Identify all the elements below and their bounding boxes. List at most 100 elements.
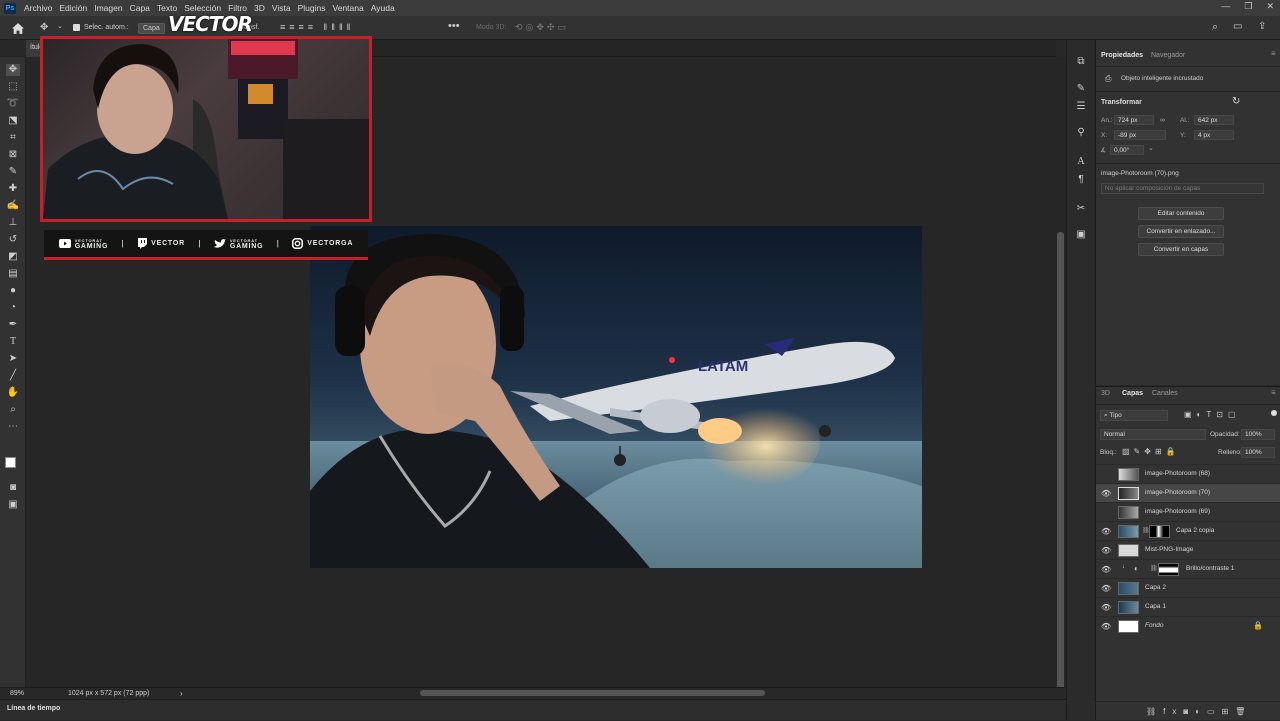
layer-name[interactable]: image-Photoroom (70) bbox=[1145, 489, 1210, 496]
convert-layers-button[interactable]: Convertir en capas bbox=[1138, 243, 1224, 256]
vertical-scrollbar[interactable] bbox=[1056, 57, 1065, 692]
vertical-scroll-thumb[interactable] bbox=[1057, 232, 1064, 692]
tab-3d[interactable]: 3D bbox=[1101, 390, 1110, 397]
chevron-down-icon[interactable]: ⌄ bbox=[57, 22, 63, 30]
menu-imagen[interactable]: Imagen bbox=[94, 3, 122, 13]
healing-brush-icon[interactable]: ✚ bbox=[6, 183, 20, 195]
history-icon[interactable]: ⧉ bbox=[1074, 55, 1088, 69]
layer-name[interactable]: Capa 2 bbox=[1145, 584, 1166, 591]
object-select-icon[interactable]: ⬔ bbox=[6, 115, 20, 127]
more-options-icon[interactable]: ••• bbox=[448, 20, 460, 32]
angle-field[interactable]: 0,00° bbox=[1110, 145, 1144, 155]
glyphs-icon[interactable]: ▣ bbox=[1074, 228, 1088, 242]
lock-icon[interactable]: 🔒 bbox=[1253, 621, 1263, 630]
eye-icon[interactable]: 👁 bbox=[1101, 546, 1111, 555]
crop-tool-icon[interactable]: ⌗ bbox=[6, 132, 20, 144]
menu-edicion[interactable]: Edición bbox=[59, 3, 87, 13]
layer-row[interactable]: 👁 ↓ ◐ ⛓ Brillo/contraste 1 bbox=[1096, 559, 1280, 578]
adjustments-icon[interactable]: ☰ bbox=[1074, 100, 1088, 114]
menu-plugins[interactable]: Plugins bbox=[298, 3, 326, 13]
3d-mode-icons[interactable]: ⟲◎✥✣▭ bbox=[515, 22, 569, 33]
stamp-tool-icon[interactable]: ⊥ bbox=[6, 217, 20, 229]
eye-icon[interactable]: 👁 bbox=[1101, 527, 1111, 536]
path-select-icon[interactable]: ➤ bbox=[6, 353, 20, 365]
tab-capas[interactable]: Capas bbox=[1122, 390, 1143, 397]
quick-mask-icon[interactable]: ◙ bbox=[6, 482, 20, 494]
layer-name[interactable]: Brillo/contraste 1 bbox=[1186, 565, 1234, 572]
tab-navegador[interactable]: Navegador bbox=[1151, 52, 1185, 59]
layer-name[interactable]: Capa 2 copia bbox=[1176, 527, 1214, 534]
pen-tool-icon[interactable]: ✒ bbox=[6, 319, 20, 331]
link-icon[interactable]: ∞ bbox=[1160, 117, 1165, 124]
foreground-color-swatch[interactable] bbox=[5, 457, 16, 468]
reset-transform-icon[interactable]: ↻ bbox=[1232, 96, 1240, 107]
align-icons[interactable]: ≡≡≡≡ ‖‖‖‖ bbox=[280, 22, 354, 32]
horizontal-scroll-thumb[interactable] bbox=[420, 690, 765, 696]
timeline-label[interactable]: Línea de tiempo bbox=[7, 705, 60, 712]
type-tool-icon[interactable]: T bbox=[6, 336, 20, 348]
document-canvas[interactable]: LATAM bbox=[310, 226, 922, 568]
layer-row[interactable]: 👁 Mist-PNG-Image bbox=[1096, 540, 1280, 559]
layer-name[interactable]: Mist-PNG-Image bbox=[1145, 546, 1193, 553]
layer-name[interactable]: Capa 1 bbox=[1145, 603, 1166, 610]
width-field[interactable]: 724 px bbox=[1114, 115, 1154, 125]
eye-icon[interactable]: 👁 bbox=[1101, 622, 1111, 631]
zoom-tool-icon[interactable]: ⌕ bbox=[6, 404, 20, 416]
height-field[interactable]: 642 px bbox=[1194, 115, 1234, 125]
eye-icon[interactable]: 👁 bbox=[1101, 584, 1111, 593]
restore-icon[interactable]: ❐ bbox=[1244, 1, 1252, 12]
y-field[interactable]: 4 px bbox=[1194, 130, 1234, 140]
fill-field[interactable]: 100% bbox=[1241, 447, 1275, 458]
lasso-tool-icon[interactable]: ➰ bbox=[6, 98, 20, 110]
edit-contents-button[interactable]: Editar contenido bbox=[1138, 207, 1224, 220]
search-icon[interactable]: ⌕ bbox=[1212, 21, 1218, 34]
layer-row-selected[interactable]: 👁 image-Photoroom (70) bbox=[1096, 483, 1280, 502]
eye-icon[interactable]: 👁 bbox=[1101, 565, 1111, 574]
chevron-down-icon[interactable]: ⌄ bbox=[1148, 144, 1154, 152]
marquee-tool-icon[interactable]: ⬚ bbox=[6, 81, 20, 93]
layer-row[interactable]: 👁 Fondo 🔒 bbox=[1096, 616, 1280, 635]
tools-presets-icon[interactable]: ✂ bbox=[1074, 202, 1088, 216]
brush-settings-icon[interactable]: ✎ bbox=[1074, 82, 1088, 96]
blur-tool-icon[interactable]: ● bbox=[6, 285, 20, 297]
eraser-tool-icon[interactable]: ◩ bbox=[6, 251, 20, 263]
minimize-icon[interactable]: — bbox=[1221, 1, 1230, 12]
auto-select-target-dropdown[interactable]: Capa bbox=[138, 23, 165, 34]
filter-toggle-icon[interactable] bbox=[1271, 410, 1277, 416]
screen-mode-icon[interactable]: ▣ bbox=[6, 499, 20, 511]
layer-row[interactable]: image-Photoroom (69) bbox=[1096, 502, 1280, 521]
line-tool-icon[interactable]: ╱ bbox=[6, 370, 20, 382]
layer-action-icons[interactable]: ⛓fx◙◐▭⊞🗑 bbox=[1146, 707, 1252, 716]
layer-row[interactable]: 👁 Capa 2 bbox=[1096, 578, 1280, 597]
tab-canales[interactable]: Canales bbox=[1152, 390, 1178, 397]
layer-name[interactable]: image-Photoroom (68) bbox=[1145, 470, 1210, 477]
panel-menu-icon[interactable]: ≡ bbox=[1271, 49, 1276, 58]
document-info[interactable]: 1024 px x 572 px (72 ppp) bbox=[68, 690, 149, 697]
menu-3d[interactable]: 3D bbox=[254, 3, 265, 13]
lock-icons[interactable]: ▨✎✥⊞🔒 bbox=[1122, 447, 1180, 456]
gradient-tool-icon[interactable]: ▤ bbox=[6, 268, 20, 280]
panel-menu-icon[interactable]: ≡ bbox=[1271, 388, 1276, 397]
workspace-icon[interactable]: ▭ bbox=[1233, 21, 1242, 32]
layer-row[interactable]: 👁 Capa 1 bbox=[1096, 597, 1280, 616]
menu-ayuda[interactable]: Ayuda bbox=[371, 3, 395, 13]
frame-tool-icon[interactable]: ⊠ bbox=[6, 149, 20, 161]
brush-tool-icon[interactable]: ✍ bbox=[6, 200, 20, 212]
auto-select-checkbox[interactable] bbox=[73, 24, 80, 31]
opacity-field[interactable]: 100% bbox=[1241, 429, 1275, 440]
layer-comp-dropdown[interactable]: No aplicar composición de capas bbox=[1101, 183, 1264, 194]
x-field[interactable]: -89 px bbox=[1114, 130, 1166, 140]
tab-propiedades[interactable]: Propiedades bbox=[1101, 52, 1143, 59]
menu-archivo[interactable]: Archivo bbox=[24, 3, 52, 13]
eye-icon[interactable]: 👁 bbox=[1101, 603, 1111, 612]
layer-filter-icons[interactable]: ▣◐T⊡▢ bbox=[1184, 410, 1241, 419]
move-tool-icon[interactable]: ✥ bbox=[6, 64, 20, 76]
close-icon[interactable]: ✕ bbox=[1266, 1, 1274, 12]
layer-row[interactable]: image-Photoroom (68) bbox=[1096, 464, 1280, 483]
hand-tool-icon[interactable]: ✋ bbox=[6, 387, 20, 399]
more-tools-icon[interactable]: ⋯ bbox=[6, 421, 20, 433]
eye-icon[interactable]: 👁 bbox=[1101, 489, 1111, 498]
history-brush-icon[interactable]: ↺ bbox=[6, 234, 20, 246]
convert-linked-button[interactable]: Convertir en enlazado... bbox=[1138, 225, 1224, 238]
share-icon[interactable]: ⇪ bbox=[1258, 21, 1266, 32]
